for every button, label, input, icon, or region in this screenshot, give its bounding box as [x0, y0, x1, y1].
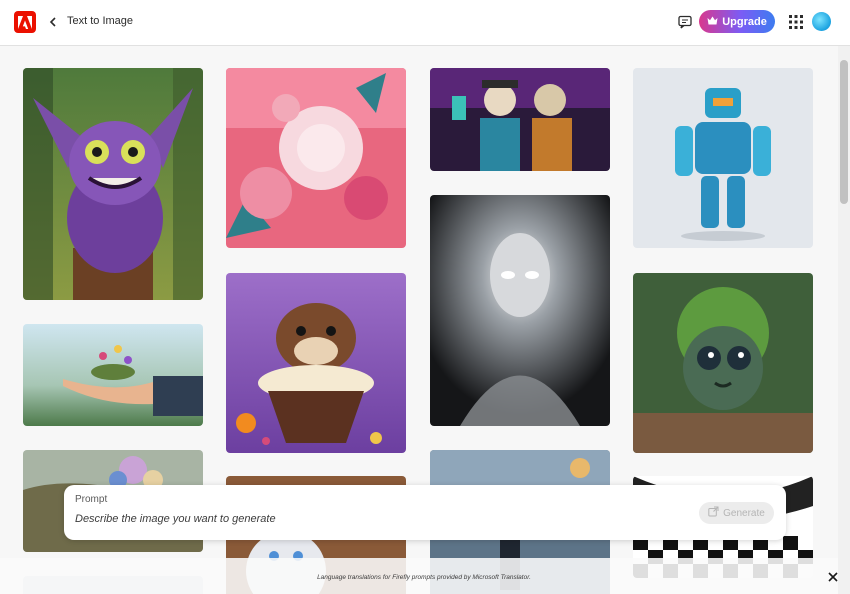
scrollbar-thumb[interactable]	[840, 60, 848, 204]
app-grid-icon[interactable]	[789, 15, 803, 29]
adobe-logo-icon[interactable]	[14, 11, 36, 33]
upgrade-button[interactable]: Upgrade	[699, 10, 775, 33]
top-bar: Text to Image Upgrade	[0, 0, 850, 46]
gallery-image-flowers[interactable]	[226, 68, 406, 248]
generate-button[interactable]: Generate	[699, 502, 774, 524]
gallery-image-creature[interactable]	[23, 68, 203, 300]
gallery-image-skeletons[interactable]	[430, 68, 610, 171]
gallery-image-hand[interactable]	[23, 324, 203, 426]
message-icon[interactable]	[677, 14, 693, 30]
generate-label: Generate	[723, 507, 765, 519]
gallery-image-robot[interactable]	[633, 68, 813, 248]
gallery-image-leafy-monster[interactable]	[633, 273, 813, 453]
page-title: Text to Image	[67, 15, 134, 27]
chevron-left-icon[interactable]	[46, 13, 60, 31]
gallery-image-glowing-figure[interactable]	[430, 195, 610, 426]
translation-note: Language translations for Firefly prompt…	[317, 574, 531, 581]
crown-icon	[707, 16, 718, 28]
gallery-image-otter[interactable]	[226, 273, 406, 453]
close-icon[interactable]	[826, 570, 840, 584]
prompt-label: Prompt	[75, 494, 108, 505]
prompt-panel: Prompt Generate	[64, 485, 786, 540]
avatar[interactable]	[812, 12, 831, 31]
upgrade-label: Upgrade	[722, 15, 767, 28]
generate-icon	[708, 506, 719, 520]
prompt-input[interactable]	[75, 513, 675, 525]
